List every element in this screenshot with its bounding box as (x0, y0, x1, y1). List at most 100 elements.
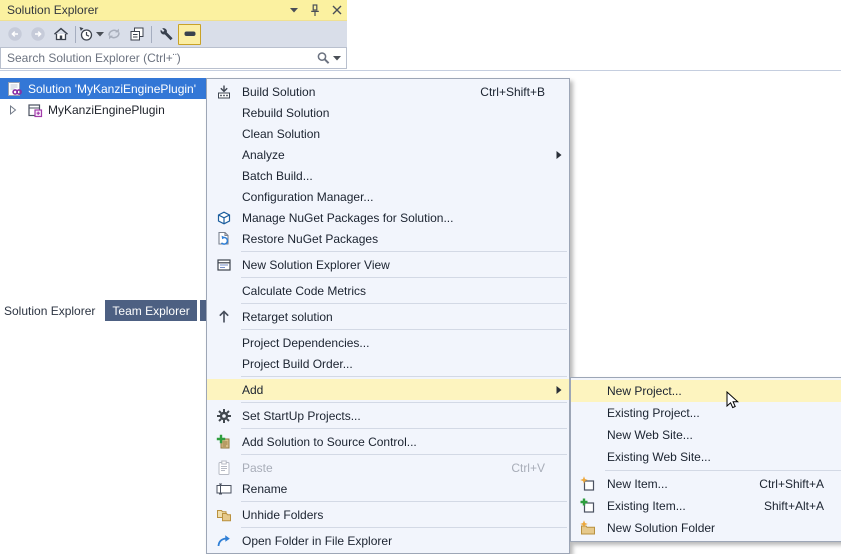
menu-item-batch-build[interactable]: Batch Build... (207, 165, 569, 186)
sync-icon (106, 26, 122, 42)
wrench-icon (159, 26, 175, 42)
menu-item-label: Project Dependencies... (241, 336, 569, 350)
submenu-arrow-icon (556, 385, 562, 394)
menu-item-add[interactable]: Add (207, 379, 569, 400)
nuget-restore-icon (207, 231, 241, 247)
menu-item-label: Build Solution (241, 85, 480, 99)
source-control-add-icon (207, 434, 241, 450)
menu-item-label: Existing Web Site... (604, 450, 841, 464)
menu-item-label: New Solution Folder (604, 521, 841, 535)
menu-item-project-build-order[interactable]: Project Build Order... (207, 353, 569, 374)
window-position-caret-icon[interactable] (290, 8, 298, 13)
menu-item-retarget-solution[interactable]: Retarget solution (207, 306, 569, 327)
mouse-cursor (726, 391, 739, 413)
menu-item-label: New Project... (604, 384, 841, 398)
project-icon (27, 102, 43, 118)
unhide-folders-icon (207, 507, 241, 523)
tree-item-label: MyKanziEnginePlugin (48, 103, 165, 117)
menu-item-label: Project Build Order... (241, 357, 569, 371)
sync-with-active-document-button (102, 24, 125, 45)
menu-item-label: Existing Item... (604, 499, 764, 513)
tab-team-explorer[interactable]: Team Explorer (105, 300, 196, 321)
menu-item-rename[interactable]: Rename (207, 478, 569, 499)
rename-icon (207, 481, 241, 497)
pending-changes-filter-button[interactable] (79, 24, 102, 45)
menu-item-label: New Web Site... (604, 428, 841, 442)
menu-item-label: Open Folder in File Explorer (241, 534, 569, 548)
history-icon (78, 26, 94, 42)
menu-item-shortcut: Ctrl+Shift+A (759, 477, 824, 491)
home-button[interactable] (49, 24, 72, 45)
back-button (3, 24, 26, 45)
menu-item-new-project[interactable]: New Project... (571, 380, 841, 402)
tab-solution-explorer[interactable]: Solution Explorer (0, 300, 102, 321)
menu-item-configuration-manager[interactable]: Configuration Manager... (207, 186, 569, 207)
menu-separator (241, 277, 567, 278)
menu-separator (241, 329, 567, 330)
menu-item-new-solution-explorer-view[interactable]: New Solution Explorer View (207, 254, 569, 275)
menu-separator (241, 303, 567, 304)
menu-item-label: Rebuild Solution (241, 106, 569, 120)
menu-item-project-dependencies[interactable]: Project Dependencies... (207, 332, 569, 353)
submenu-arrow-icon (556, 150, 562, 159)
menu-item-calculate-code-metrics[interactable]: Calculate Code Metrics (207, 280, 569, 301)
menu-item-new-solution-folder[interactable]: New Solution Folder (571, 517, 841, 539)
menu-item-rebuild-solution[interactable]: Rebuild Solution (207, 102, 569, 123)
menu-item-label: Rename (241, 482, 569, 496)
menu-separator (241, 501, 567, 502)
solution-icon (7, 81, 23, 97)
menu-item-build-solution[interactable]: Build SolutionCtrl+Shift+B (207, 81, 569, 102)
gear-icon (207, 408, 241, 424)
menu-item-label: Set StartUp Projects... (241, 409, 569, 423)
menu-item-label: Calculate Code Metrics (241, 284, 569, 298)
search-icon[interactable] (316, 51, 330, 65)
properties-button[interactable] (155, 24, 178, 45)
menu-item-add-solution-to-source-control[interactable]: Add Solution to Source Control... (207, 431, 569, 452)
menu-item-existing-project[interactable]: Existing Project... (571, 402, 841, 424)
menu-separator (241, 251, 567, 252)
search-input[interactable]: Search Solution Explorer (Ctrl+¨) (0, 47, 347, 69)
menu-item-label: Manage NuGet Packages for Solution... (241, 211, 569, 225)
menu-item-set-startup-projects[interactable]: Set StartUp Projects... (207, 405, 569, 426)
menu-item-existing-web-site[interactable]: Existing Web Site... (571, 446, 841, 468)
menu-item-unhide-folders[interactable]: Unhide Folders (207, 504, 569, 525)
toolbar-separator (75, 26, 76, 43)
menu-item-shortcut: Shift+Alt+A (764, 499, 824, 513)
expander-icon[interactable] (9, 104, 19, 116)
home-icon (53, 26, 69, 42)
existing-item-icon (571, 498, 604, 514)
tree-item-label: Solution 'MyKanziEnginePlugin' (28, 82, 196, 96)
menu-item-existing-item[interactable]: Existing Item...Shift+Alt+A (571, 495, 841, 517)
menu-item-analyze[interactable]: Analyze (207, 144, 569, 165)
close-icon[interactable] (332, 5, 342, 15)
menu-item-label: Retarget solution (241, 310, 569, 324)
menu-item-label: Clean Solution (241, 127, 569, 141)
collapse-all-button[interactable] (125, 24, 148, 45)
menu-item-label: Restore NuGet Packages (241, 232, 569, 246)
menu-item-new-item[interactable]: New Item...Ctrl+Shift+A (571, 473, 841, 495)
menu-separator (241, 428, 567, 429)
search-options-caret-icon[interactable] (333, 56, 341, 61)
menu-separator (605, 470, 841, 471)
new-item-icon (571, 476, 604, 492)
menu-item-label: Paste (241, 461, 511, 475)
open-folder-icon (207, 533, 241, 549)
menu-item-restore-nuget-packages[interactable]: Restore NuGet Packages (207, 228, 569, 249)
menu-separator (241, 454, 567, 455)
build-icon (207, 84, 241, 100)
menu-item-label: Add Solution to Source Control... (241, 435, 569, 449)
menu-item-new-web-site[interactable]: New Web Site... (571, 424, 841, 446)
menu-item-label: Add (241, 383, 569, 397)
panel-titlebar[interactable]: Solution Explorer (0, 0, 347, 21)
toolbar-separator (151, 26, 152, 43)
panel-toolbar (0, 21, 347, 47)
menu-item-label: Batch Build... (241, 169, 569, 183)
menu-item-clean-solution[interactable]: Clean Solution (207, 123, 569, 144)
auto-hide-pin-icon[interactable] (309, 4, 321, 17)
forward-button (26, 24, 49, 45)
add-submenu: New Project... Existing Project... New Web… (570, 377, 841, 542)
preview-selected-items-toggle[interactable] (178, 24, 201, 45)
menu-item-manage-nuget-packages-for-solution[interactable]: Manage NuGet Packages for Solution... (207, 207, 569, 228)
nuget-icon (207, 210, 241, 226)
collapse-all-icon (129, 26, 145, 42)
